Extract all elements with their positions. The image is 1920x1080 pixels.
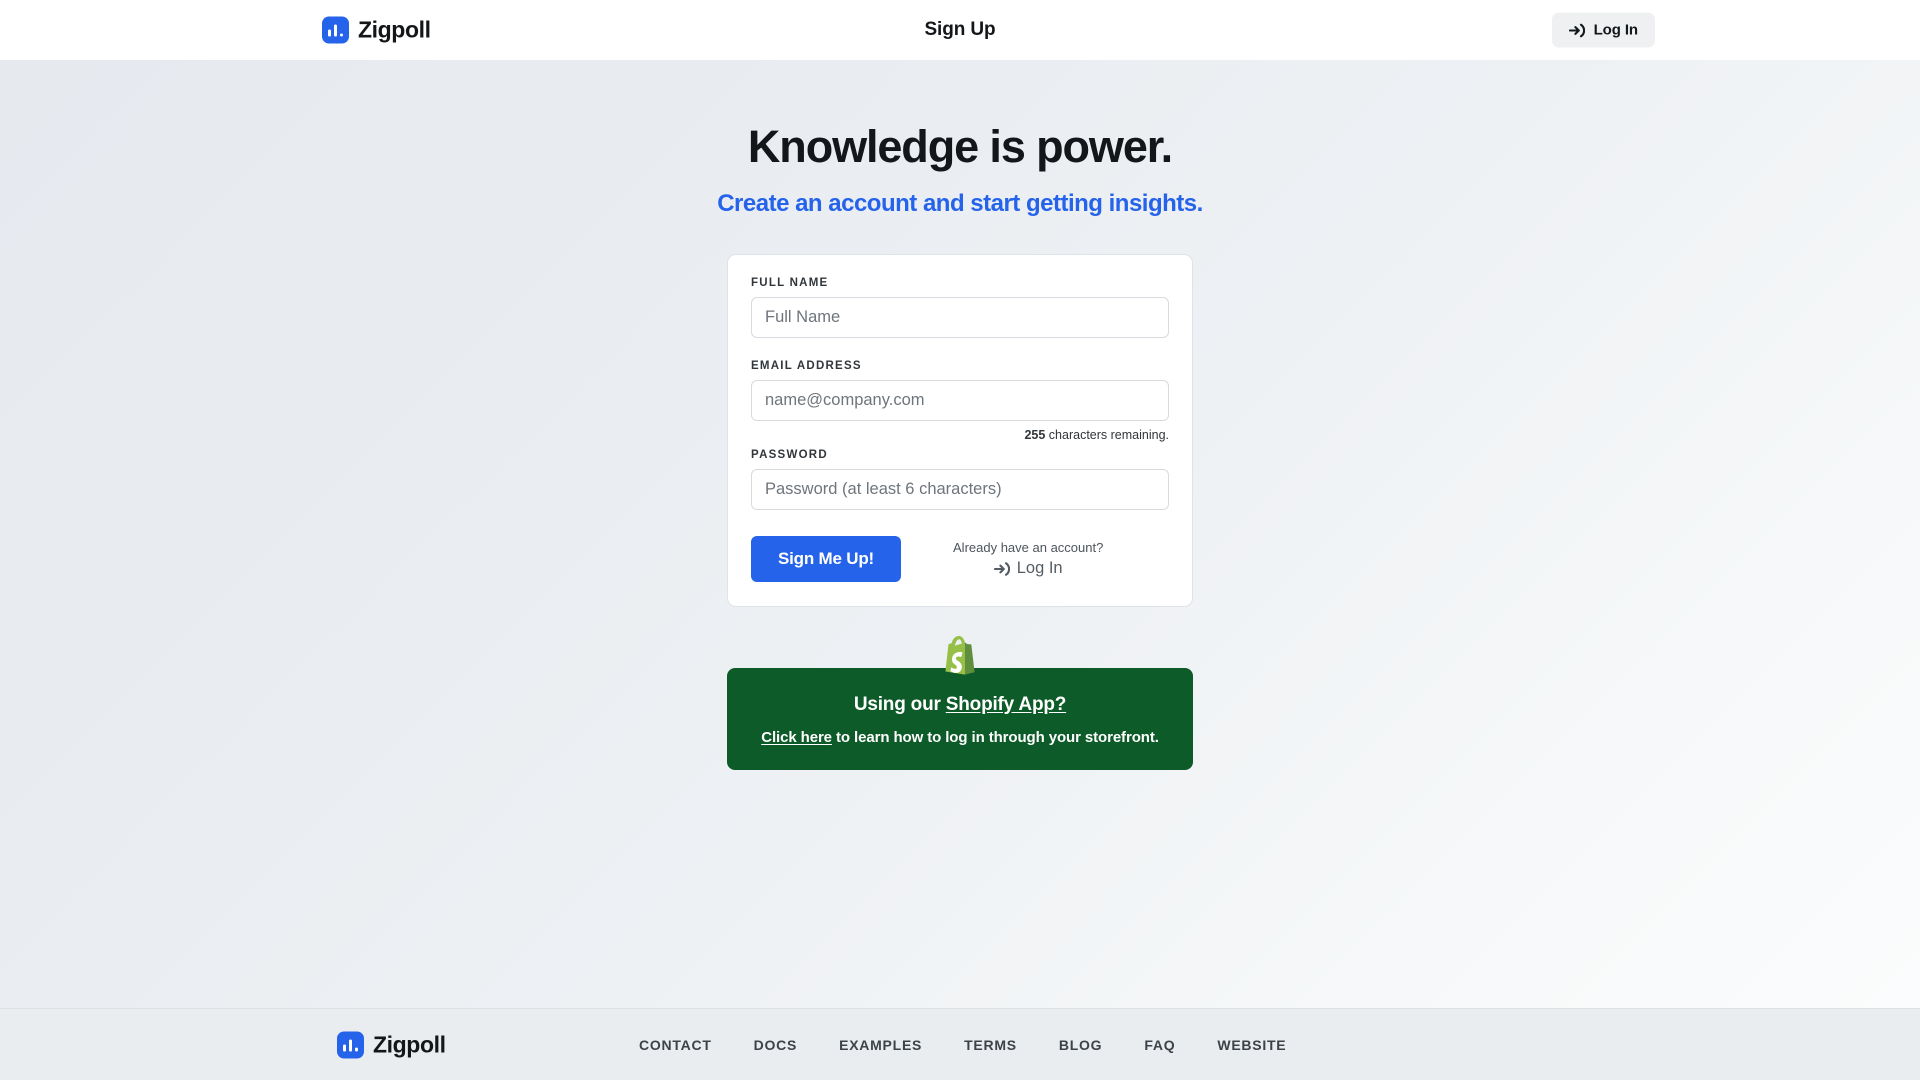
footer-brand-logo[interactable]: Zigpoll <box>337 1031 446 1058</box>
email-counter-number: 255 <box>1024 427 1046 442</box>
footer-link-website[interactable]: WEBSITE <box>1217 1037 1286 1053</box>
shopify-subline: Click here to learn how to log in throug… <box>747 729 1173 746</box>
password-label: PASSWORD <box>751 448 828 461</box>
footer-nav: CONTACT DOCS EXAMPLES TERMS BLOG FAQ WEB… <box>639 1037 1286 1053</box>
footer-link-docs[interactable]: DOCS <box>754 1037 797 1053</box>
email-label: EMAIL ADDRESS <box>751 359 862 372</box>
header-brand-name: Zigpoll <box>358 16 431 43</box>
shopify-subline-rest: to learn how to log in through your stor… <box>831 728 1159 746</box>
shopify-headline-lead: Using our <box>853 693 946 715</box>
form-actions: Sign Me Up! Already have an account? Log… <box>751 535 1169 582</box>
shopify-banner-wrapper: Using our Shopify App? Click here to lea… <box>727 633 1193 770</box>
sign-in-arrow-icon <box>1568 22 1585 38</box>
email-counter-text: characters remaining. <box>1045 427 1169 442</box>
signup-form-card: FULL NAME EMAIL ADDRESS 255 characters r… <box>727 253 1193 607</box>
hero-subtitle: Create an account and start getting insi… <box>717 189 1203 217</box>
header-brand-logo[interactable]: Zigpoll <box>322 16 431 44</box>
shopify-bag-icon <box>940 633 980 682</box>
header-login-button[interactable]: Log In <box>1551 12 1655 48</box>
alternate-login-link[interactable]: Log In <box>953 559 1103 578</box>
hero-title: Knowledge is power. <box>747 121 1173 172</box>
footer-link-faq[interactable]: FAQ <box>1144 1037 1175 1053</box>
shopify-headline: Using our Shopify App? <box>747 694 1173 716</box>
alternate-login-block: Already have an account? Log In <box>953 536 1103 579</box>
footer-link-terms[interactable]: TERMS <box>964 1037 1017 1053</box>
email-character-counter: 255 characters remaining. <box>751 428 1169 442</box>
password-input[interactable] <box>751 468 1169 510</box>
header-login-label: Log In <box>1593 21 1638 39</box>
zigpoll-bar-chart-logo-icon <box>337 1031 364 1058</box>
sign-me-up-button[interactable]: Sign Me Up! <box>751 535 902 582</box>
email-input[interactable] <box>751 379 1169 421</box>
footer-link-examples[interactable]: EXAMPLES <box>839 1037 922 1053</box>
password-field-group: PASSWORD <box>751 449 1169 510</box>
shopify-app-link[interactable]: Shopify App? <box>946 694 1067 715</box>
email-field-group: EMAIL ADDRESS 255 characters remaining. <box>751 360 1169 442</box>
page-footer: Zigpoll CONTACT DOCS EXAMPLES TERMS BLOG… <box>0 1008 1920 1080</box>
full-name-label: FULL NAME <box>751 276 829 289</box>
footer-brand-name: Zigpoll <box>373 1031 446 1057</box>
page-header: Zigpoll Sign Up Log In <box>0 0 1920 60</box>
full-name-input[interactable] <box>751 296 1169 338</box>
main-content: Knowledge is power. Create an account an… <box>0 60 1920 1008</box>
footer-link-contact[interactable]: CONTACT <box>639 1037 712 1053</box>
shopify-banner: Using our Shopify App? Click here to lea… <box>727 667 1193 770</box>
shopify-click-here-link[interactable]: Click here <box>761 729 832 746</box>
full-name-field-group: FULL NAME <box>751 277 1169 338</box>
signup-page: Zigpoll Sign Up Log In Knowledge is powe… <box>0 0 1920 1080</box>
footer-link-blog[interactable]: BLOG <box>1059 1037 1102 1053</box>
alternate-login-label: Log In <box>1016 559 1063 578</box>
sign-in-arrow-icon <box>993 561 1010 577</box>
zigpoll-bar-chart-logo-icon <box>322 16 349 44</box>
alternate-login-prompt: Already have an account? <box>953 539 1104 555</box>
